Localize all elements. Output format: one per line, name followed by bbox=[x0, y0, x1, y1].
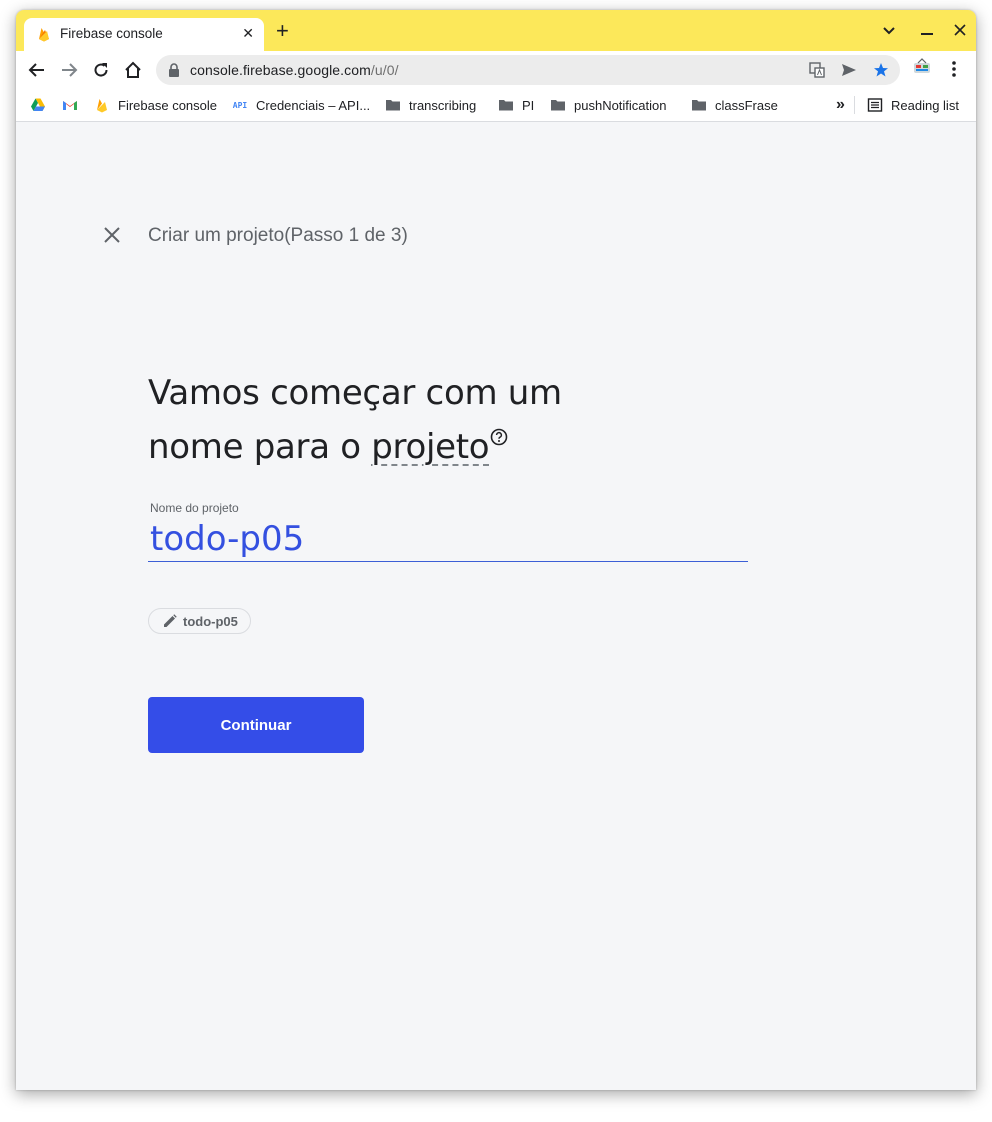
bookmark-google-drive[interactable] bbox=[30, 95, 46, 115]
bookmark-label: Firebase console bbox=[118, 97, 217, 113]
minimize-icon[interactable] bbox=[921, 32, 933, 36]
folder-icon bbox=[386, 100, 400, 111]
gmail-icon bbox=[63, 101, 77, 110]
bookmark-credenciais-api[interactable]: API Credenciais – API... bbox=[232, 95, 370, 115]
reload-icon bbox=[94, 63, 108, 77]
new-tab-plus-icon[interactable]: + bbox=[276, 20, 289, 42]
bookmark-label: PI bbox=[522, 97, 535, 113]
bookmark-folder-pi[interactable]: PI bbox=[498, 95, 534, 115]
api-icon: API bbox=[232, 97, 248, 113]
bookmark-folder-pushnotification[interactable]: pushNotification bbox=[550, 95, 667, 115]
home-button[interactable] bbox=[122, 59, 144, 81]
bookmark-gmail[interactable] bbox=[62, 95, 78, 115]
projeto-help-link[interactable]: projeto bbox=[371, 427, 489, 467]
bookmark-label: classFrase bbox=[715, 97, 778, 113]
more-vert-icon[interactable] bbox=[946, 59, 962, 79]
bookmark-folder-transcribing[interactable]: transcribing bbox=[385, 95, 476, 115]
forward-arrow-icon bbox=[62, 63, 78, 77]
back-button[interactable] bbox=[26, 59, 48, 81]
folder-icon bbox=[551, 100, 565, 111]
google-drive-icon bbox=[31, 98, 45, 111]
pencil-edit-icon bbox=[164, 614, 177, 627]
project-id-chip[interactable]: todo-p05 bbox=[148, 608, 251, 634]
bookmarks-bar: Firebase console API Credenciais – API..… bbox=[16, 89, 976, 122]
browser-window: Firebase console ✕ + console.firebase.go… bbox=[16, 10, 976, 1090]
folder-icon bbox=[692, 100, 706, 111]
project-name-label: Nome do projeto bbox=[150, 501, 239, 515]
reload-button[interactable] bbox=[90, 59, 112, 81]
firebase-create-project-page: Criar um projeto(Passo 1 de 3) Vamos com… bbox=[16, 122, 976, 1090]
translate-icon[interactable] bbox=[808, 61, 826, 79]
url-path: /u/0/ bbox=[370, 62, 399, 78]
heading-line-1: Vamos começar com um bbox=[148, 373, 562, 413]
help-circle-icon[interactable] bbox=[490, 428, 508, 446]
address-bar[interactable]: console.firebase.google.com/u/0/ bbox=[156, 55, 900, 85]
lock-icon bbox=[169, 63, 179, 77]
send-icon[interactable] bbox=[840, 61, 858, 79]
api-badge: API bbox=[232, 100, 248, 110]
reading-list-button[interactable]: Reading list bbox=[867, 95, 959, 115]
close-icon[interactable] bbox=[102, 225, 122, 245]
firebase-icon bbox=[39, 28, 49, 42]
firebase-icon bbox=[97, 99, 107, 113]
folder-icon bbox=[499, 100, 513, 111]
bookmark-folder-classfrase[interactable]: classFrase bbox=[691, 95, 778, 115]
title-bar: Firebase console ✕ + bbox=[16, 10, 976, 51]
home-icon bbox=[125, 61, 141, 78]
project-name-input[interactable] bbox=[148, 516, 748, 562]
extension-icon[interactable] bbox=[911, 57, 933, 79]
url-text[interactable]: console.firebase.google.com/u/0/ bbox=[190, 62, 399, 78]
project-id-label: todo-p05 bbox=[183, 613, 238, 629]
url-host: console.firebase.google.com bbox=[190, 62, 371, 78]
step-title: Criar um projeto(Passo 1 de 3) bbox=[148, 225, 408, 246]
bookmark-star-icon[interactable] bbox=[872, 61, 890, 79]
back-arrow-icon bbox=[28, 63, 44, 77]
reading-list-label: Reading list bbox=[891, 97, 959, 113]
bookmark-label: transcribing bbox=[409, 97, 477, 113]
bookmark-label: Credenciais – API... bbox=[256, 97, 371, 113]
tab-firebase-console[interactable]: Firebase console ✕ bbox=[24, 18, 264, 51]
reading-list-icon bbox=[867, 98, 883, 112]
bookmarks-divider bbox=[854, 96, 855, 114]
page-heading: Vamos começar com um nome para o projeto bbox=[148, 366, 618, 474]
bookmark-label: pushNotification bbox=[574, 97, 667, 113]
browser-toolbar: console.firebase.google.com/u/0/ bbox=[16, 51, 976, 89]
close-window-icon[interactable] bbox=[954, 24, 966, 36]
tab-title: Firebase console bbox=[60, 26, 163, 41]
tab-search-chevron-icon[interactable] bbox=[882, 26, 896, 36]
forward-button[interactable] bbox=[58, 59, 80, 81]
bookmark-firebase-console[interactable]: Firebase console bbox=[94, 95, 217, 115]
continue-button[interactable]: Continuar bbox=[148, 697, 364, 753]
overflow-label: » bbox=[836, 96, 845, 113]
tab-close-icon[interactable]: ✕ bbox=[242, 25, 254, 42]
bookmarks-overflow-chevron-icon[interactable]: » bbox=[836, 95, 845, 115]
heading-line-2-prefix: nome para o bbox=[148, 427, 372, 467]
